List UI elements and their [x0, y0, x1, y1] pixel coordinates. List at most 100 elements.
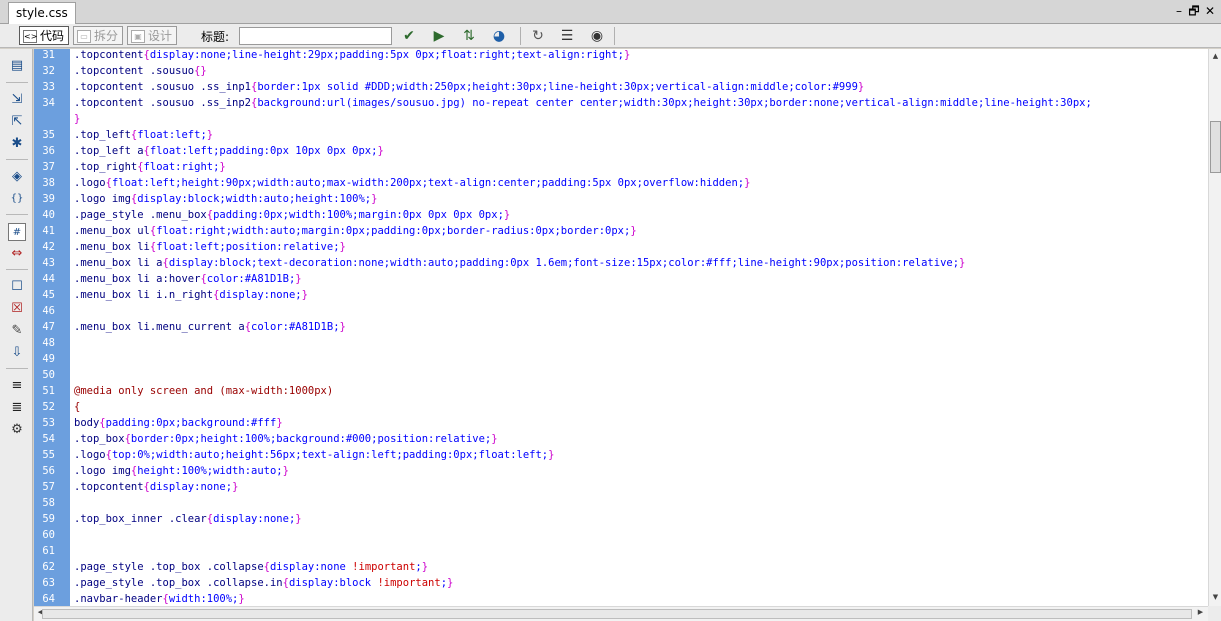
code-token: }: [74, 113, 81, 125]
code-line[interactable]: .top_right{float:right;}: [74, 159, 226, 175]
code-line[interactable]: .page_style .top_box .collapse.in{displa…: [74, 575, 453, 591]
document-tab-label: style.css: [16, 6, 68, 20]
apply-comment-icon[interactable]: ☐: [8, 278, 26, 296]
code-line[interactable]: .menu_box ul{float:right;width:auto;marg…: [74, 223, 637, 239]
code-line[interactable]: .topcontent .sousuo{}: [74, 63, 207, 79]
line-number: 32: [42, 65, 55, 77]
code-token: }: [503, 209, 511, 221]
wrap-tag-icon[interactable]: ✎: [8, 322, 26, 340]
code-line[interactable]: .top_box_inner .clear{display:none;}: [74, 511, 302, 527]
code-view-icon: <>: [23, 29, 38, 43]
code-token: .top_box_inner .clear: [74, 513, 207, 525]
split-view-icon: ▭: [77, 29, 91, 43]
indent-code-icon[interactable]: ≡: [8, 377, 26, 395]
validate-icon[interactable]: ✔: [398, 27, 420, 45]
code-line[interactable]: .page_style .top_box .collapse{display:n…: [74, 559, 428, 575]
code-line[interactable]: .page_style .menu_box{padding:0px;width:…: [74, 207, 510, 223]
code-token: display:none: [269, 561, 353, 573]
code-line[interactable]: .topcontent{display:none;}: [74, 479, 238, 495]
outdent-code-icon[interactable]: ≣: [8, 399, 26, 417]
close-icon[interactable]: ✕: [1203, 3, 1217, 19]
vertical-scrollbar[interactable]: ▲ ▼: [1208, 49, 1221, 606]
line-number: 46: [42, 305, 55, 317]
title-label: 标题:: [201, 30, 230, 44]
code-line[interactable]: .menu_box li a:hover{color:#A81D1B;}: [74, 271, 302, 287]
code-editor[interactable]: .topcontent {display:none;line-height:29p…: [70, 49, 1208, 606]
code-line[interactable]: body{padding:0px;background:#fff}: [74, 415, 283, 431]
line-number: 53: [42, 417, 55, 429]
code-line[interactable]: .topcontent .sousuo .ss_inp1{border:1px …: [74, 79, 864, 95]
minimize-icon[interactable]: –: [1172, 3, 1186, 19]
line-number: 60: [42, 529, 55, 541]
collapse-selection-icon[interactable]: ⇱: [8, 113, 26, 131]
title-input[interactable]: [239, 27, 392, 45]
scroll-up-icon[interactable]: ▲: [1209, 52, 1221, 60]
collapse-full-tag-icon[interactable]: ⇲: [8, 91, 26, 109]
browser-preview-icon[interactable]: ◕: [488, 27, 510, 45]
balance-braces-icon[interactable]: {}: [8, 190, 26, 208]
split-view-button[interactable]: ▭ 拆分: [73, 26, 124, 45]
document-tab[interactable]: style.css: [8, 2, 76, 24]
line-number: 41: [42, 225, 55, 237]
code-line[interactable]: .menu_box li{float:left;position:relativ…: [74, 239, 346, 255]
code-token: .top_left: [74, 129, 131, 141]
horizontal-scrollbar[interactable]: ◀ ▶: [34, 606, 1208, 621]
code-token: .menu_box li i.n_right: [74, 289, 214, 301]
refresh-icon[interactable]: ↻: [527, 27, 549, 45]
line-number-gutter: 31 32 33 34 35 36 37 38 39 40 41 42 43 44 45 46 47 48 49 50…: [34, 49, 70, 606]
visual-aids-icon[interactable]: ◉: [586, 27, 608, 45]
horizontal-scroll-thumb[interactable]: [42, 609, 1192, 619]
design-view-button[interactable]: ▣ 设计: [127, 26, 178, 45]
code-token: }: [857, 81, 865, 93]
code-line[interactable]: .logo{float:left;height:90px;width:auto;…: [74, 175, 750, 191]
highlight-invalid-code-icon[interactable]: ⇔: [8, 245, 26, 263]
code-line[interactable]: .menu_box li.menu_current a{color:#A81D1…: [74, 319, 346, 335]
scroll-right-icon[interactable]: ▶: [1194, 608, 1207, 616]
code-view-button[interactable]: <> 代码: [19, 26, 70, 45]
code-token: display:none;line-height:29px;padding:5p…: [149, 49, 624, 61]
code-line[interactable]: {: [74, 399, 80, 415]
code-line[interactable]: .menu_box li a{display:block;text-decora…: [74, 255, 965, 271]
remove-comment-icon[interactable]: ☒: [8, 300, 26, 318]
code-token: .logo img: [74, 193, 131, 205]
coding-toolbar-divider: [6, 214, 28, 215]
coding-toolbar-divider: [6, 82, 28, 83]
line-number: 34: [42, 97, 55, 109]
code-line[interactable]: .logo img{height:100%;width:auto;}: [74, 463, 289, 479]
debug-icon[interactable]: ▶: [428, 27, 450, 45]
expand-all-icon[interactable]: ✱: [8, 135, 26, 153]
line-number: 64: [42, 593, 55, 605]
code-line[interactable]: @media only screen and (max-width:1000px…: [74, 383, 333, 399]
code-line[interactable]: .navbar-header{width:100%;}: [74, 591, 245, 606]
code-token: .menu_box li a: [74, 257, 163, 269]
code-line[interactable]: .menu_box li i.n_right{display:none;}: [74, 287, 308, 303]
line-numbers-icon[interactable]: #: [8, 223, 26, 241]
code-token: display:none;: [213, 513, 296, 525]
code-token: float:left;padding:0px 10px 0px 0px;: [149, 145, 378, 157]
select-parent-tag-icon[interactable]: ◈: [8, 168, 26, 186]
code-line[interactable]: .topcontent .sousuo .ss_inp2{background:…: [74, 95, 1092, 111]
code-token: }: [301, 289, 308, 301]
code-line[interactable]: .logo img{display:block;width:auto;heigh…: [74, 191, 377, 207]
code-token: display:block;text-decoration:none;width…: [168, 257, 960, 269]
code-token: display:none;: [149, 481, 233, 493]
code-token: }: [371, 193, 378, 205]
code-line[interactable]: .top_box{border:0px;height:100%;backgrou…: [74, 431, 498, 447]
restore-icon[interactable]: 🗗: [1187, 3, 1201, 19]
line-number: 61: [42, 545, 55, 557]
scroll-down-icon[interactable]: ▼: [1209, 593, 1221, 601]
view-options-icon[interactable]: ☰: [556, 27, 578, 45]
code-line[interactable]: .logo{top:0%;width:auto;height:56px;text…: [74, 447, 554, 463]
split-view-label: 拆分: [94, 29, 119, 43]
code-token: .topcontent .sousuo: [74, 65, 195, 77]
code-line[interactable]: .topcontent{display:none;line-height:29p…: [74, 49, 630, 63]
format-source-icon[interactable]: ⚙: [8, 421, 26, 439]
recent-snippets-icon[interactable]: ⇩: [8, 344, 26, 362]
open-documents-icon[interactable]: ▤: [8, 57, 26, 75]
code-line[interactable]: .top_left a{float:left;padding:0px 10px …: [74, 143, 384, 159]
code-token: background:url(images/sousuo.jpg) no-rep…: [257, 97, 1092, 109]
file-transfer-icon[interactable]: ⇅: [458, 27, 480, 45]
code-line[interactable]: }: [74, 111, 80, 127]
code-line[interactable]: .top_left{float:left;}: [74, 127, 213, 143]
vertical-scroll-thumb[interactable]: [1210, 121, 1221, 173]
